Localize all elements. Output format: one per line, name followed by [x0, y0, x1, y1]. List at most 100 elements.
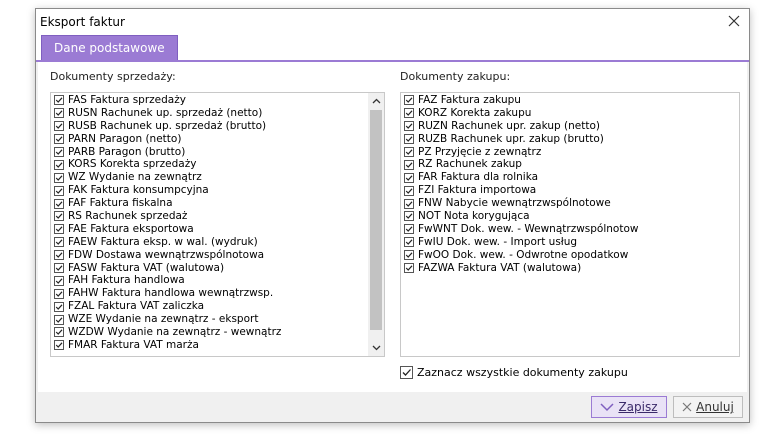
scroll-thumb[interactable] [370, 110, 382, 330]
main-panel: Dokumenty sprzedaży: FAS Faktura sprzeda… [38, 62, 747, 392]
list-item-label: FAEW Faktura eksp. w wal. (wydruk) [68, 235, 258, 248]
checkbox-checked-icon[interactable] [404, 134, 414, 145]
list-item[interactable]: FAEW Faktura eksp. w wal. (wydruk) [54, 236, 384, 249]
checkbox-checked-icon [400, 366, 413, 379]
checkbox-checked-icon[interactable] [54, 147, 64, 157]
checkbox-checked-icon[interactable] [404, 159, 414, 170]
list-item[interactable]: FZAL Faktura VAT zaliczka [54, 300, 384, 313]
checkbox-checked-icon[interactable] [404, 198, 414, 209]
tab-strip: Dane podstawowe [36, 33, 749, 62]
purchase-list[interactable]: FAZ Faktura zakupu KORZ Korekta zakupu RUZ… [400, 92, 740, 357]
list-item[interactable]: FMAR Faktura VAT marża [54, 339, 384, 352]
list-item[interactable]: WZE Wydanie na zewnątrz - eksport [54, 313, 384, 326]
checkbox-checked-icon[interactable] [54, 224, 64, 235]
sales-scrollbar[interactable] [368, 93, 384, 356]
list-item[interactable]: FNW Nabycie wewnątrzwspólnotowe [404, 197, 739, 210]
checkbox-checked-icon[interactable] [404, 211, 414, 222]
sales-list[interactable]: FAS Faktura sprzedaży RUSN Rachunek up. s… [50, 92, 385, 357]
list-item-label: FAF Faktura fiskalna [68, 197, 173, 210]
tab-dane-podstawowe[interactable]: Dane podstawowe [41, 35, 178, 60]
select-all-label: Zaznacz wszystkie dokumenty zakupu [417, 366, 628, 379]
list-item-label: WZDW Wydanie na zewnątrz - wewnątrz [68, 326, 282, 339]
list-item-label: FAK Faktura konsumpcyjna [68, 184, 209, 197]
list-item[interactable]: WZ Wydanie na zewnątrz [54, 171, 384, 184]
check-icon [600, 403, 614, 412]
checkbox-checked-icon[interactable] [404, 237, 414, 248]
list-item[interactable]: WZDW Wydanie na zewnątrz - wewnątrz [54, 326, 384, 339]
checkbox-checked-icon[interactable] [54, 121, 64, 132]
checkbox-checked-icon[interactable] [54, 288, 64, 299]
checkbox-checked-icon[interactable] [54, 211, 64, 222]
checkbox-checked-icon[interactable] [404, 263, 414, 274]
list-item-label: PZ Przyjęcie z zewnątrz [418, 145, 542, 158]
checkbox-checked-icon[interactable] [54, 134, 64, 145]
list-item[interactable]: RUSN Rachunek up. sprzedaż (netto) [54, 107, 384, 120]
checkbox-checked-icon[interactable] [54, 198, 64, 209]
list-item[interactable]: RZ Rachunek zakup [404, 158, 739, 171]
checkbox-checked-icon[interactable] [404, 95, 414, 106]
list-item[interactable]: FAH Faktura handlowa [54, 274, 384, 287]
list-item[interactable]: FZI Faktura importowa [404, 184, 739, 197]
checkbox-checked-icon[interactable] [404, 108, 414, 119]
checkbox-checked-icon[interactable] [54, 314, 64, 325]
list-item[interactable]: PARB Paragon (brutto) [54, 146, 384, 159]
checkbox-checked-icon[interactable] [54, 108, 64, 119]
list-item[interactable]: FDW Dostawa wewnątrzwspólnotowa [54, 249, 384, 262]
cancel-label: Anuluj [696, 400, 734, 414]
list-item[interactable]: FAHW Faktura handlowa wewnątrzwsp. [54, 287, 384, 300]
list-item[interactable]: NOT Nota korygująca [404, 210, 739, 223]
checkbox-checked-icon[interactable] [54, 172, 64, 183]
checkbox-checked-icon[interactable] [404, 172, 414, 183]
list-item[interactable]: FAK Faktura konsumpcyjna [54, 184, 384, 197]
checkbox-checked-icon[interactable] [54, 159, 64, 170]
select-all-checkbox[interactable]: Zaznacz wszystkie dokumenty zakupu [400, 366, 628, 379]
list-item[interactable]: FAF Faktura fiskalna [54, 197, 384, 210]
scroll-up-button[interactable] [368, 93, 384, 109]
list-item-label: FAZ Faktura zakupu [418, 94, 521, 106]
sales-items: FAS Faktura sprzedaży RUSN Rachunek up. s… [54, 94, 384, 352]
checkbox-checked-icon[interactable] [54, 263, 64, 274]
title-bar: Eksport faktur [36, 9, 749, 33]
list-item[interactable]: RUSB Rachunek up. sprzedaż (brutto) [54, 120, 384, 133]
checkbox-checked-icon[interactable] [54, 95, 64, 106]
list-item[interactable]: KORS Korekta sprzedaży [54, 158, 384, 171]
list-item-label: RUZN Rachunek upr. zakup (netto) [418, 119, 600, 132]
checkbox-checked-icon[interactable] [54, 250, 64, 261]
list-item-label: PARB Paragon (brutto) [68, 145, 186, 158]
checkbox-checked-icon[interactable] [404, 224, 414, 235]
checkbox-checked-icon[interactable] [54, 237, 64, 248]
list-item[interactable]: RS Rachunek sprzedaż [54, 210, 384, 223]
list-item[interactable]: FwOO Dok. wew. - Odwrotne opodatkow [404, 249, 739, 262]
checkbox-checked-icon[interactable] [54, 327, 64, 338]
close-button[interactable] [719, 9, 749, 33]
checkbox-checked-icon[interactable] [404, 185, 414, 196]
list-item-label: FZAL Faktura VAT zaliczka [68, 300, 205, 313]
checkbox-checked-icon[interactable] [404, 121, 414, 132]
list-item[interactable]: FwWNT Dok. wew. - Wewnątrzwspólnotow [404, 223, 739, 236]
checkbox-checked-icon[interactable] [404, 147, 414, 157]
checkbox-checked-icon[interactable] [54, 275, 64, 286]
list-item[interactable]: PARN Paragon (netto) [54, 133, 384, 146]
list-item[interactable]: FAR Faktura dla rolnika [404, 171, 739, 184]
checkbox-checked-icon[interactable] [54, 340, 64, 351]
checkbox-checked-icon[interactable] [54, 185, 64, 196]
list-item[interactable]: RUZN Rachunek upr. zakup (netto) [404, 120, 739, 133]
list-item[interactable]: RUZB Rachunek upr. zakup (brutto) [404, 133, 739, 146]
save-button[interactable]: Zapisz [591, 396, 667, 418]
list-item-label: RS Rachunek sprzedaż [68, 210, 188, 223]
list-item[interactable]: FAS Faktura sprzedaży [54, 94, 384, 107]
list-item[interactable]: PZ Przyjęcie z zewnątrz [404, 146, 739, 159]
list-item[interactable]: FAZWA Faktura VAT (walutowa) [404, 262, 739, 275]
list-item[interactable]: FwIU Dok. wew. - Import usług [404, 236, 739, 249]
sales-label: Dokumenty sprzedaży: [50, 70, 176, 83]
list-item[interactable]: FAE Faktura eksportowa [54, 223, 384, 236]
cancel-button[interactable]: Anuluj [673, 396, 743, 418]
checkbox-checked-icon[interactable] [404, 250, 414, 261]
list-item-label: KORS Korekta sprzedaży [68, 158, 197, 171]
list-item-label: FAHW Faktura handlowa wewnątrzwsp. [68, 287, 274, 300]
checkbox-checked-icon[interactable] [54, 301, 64, 312]
list-item[interactable]: FASW Faktura VAT (walutowa) [54, 262, 384, 275]
list-item[interactable]: KORZ Korekta zakupu [404, 107, 739, 120]
list-item[interactable]: FAZ Faktura zakupu [404, 94, 739, 107]
scroll-down-button[interactable] [368, 340, 384, 356]
